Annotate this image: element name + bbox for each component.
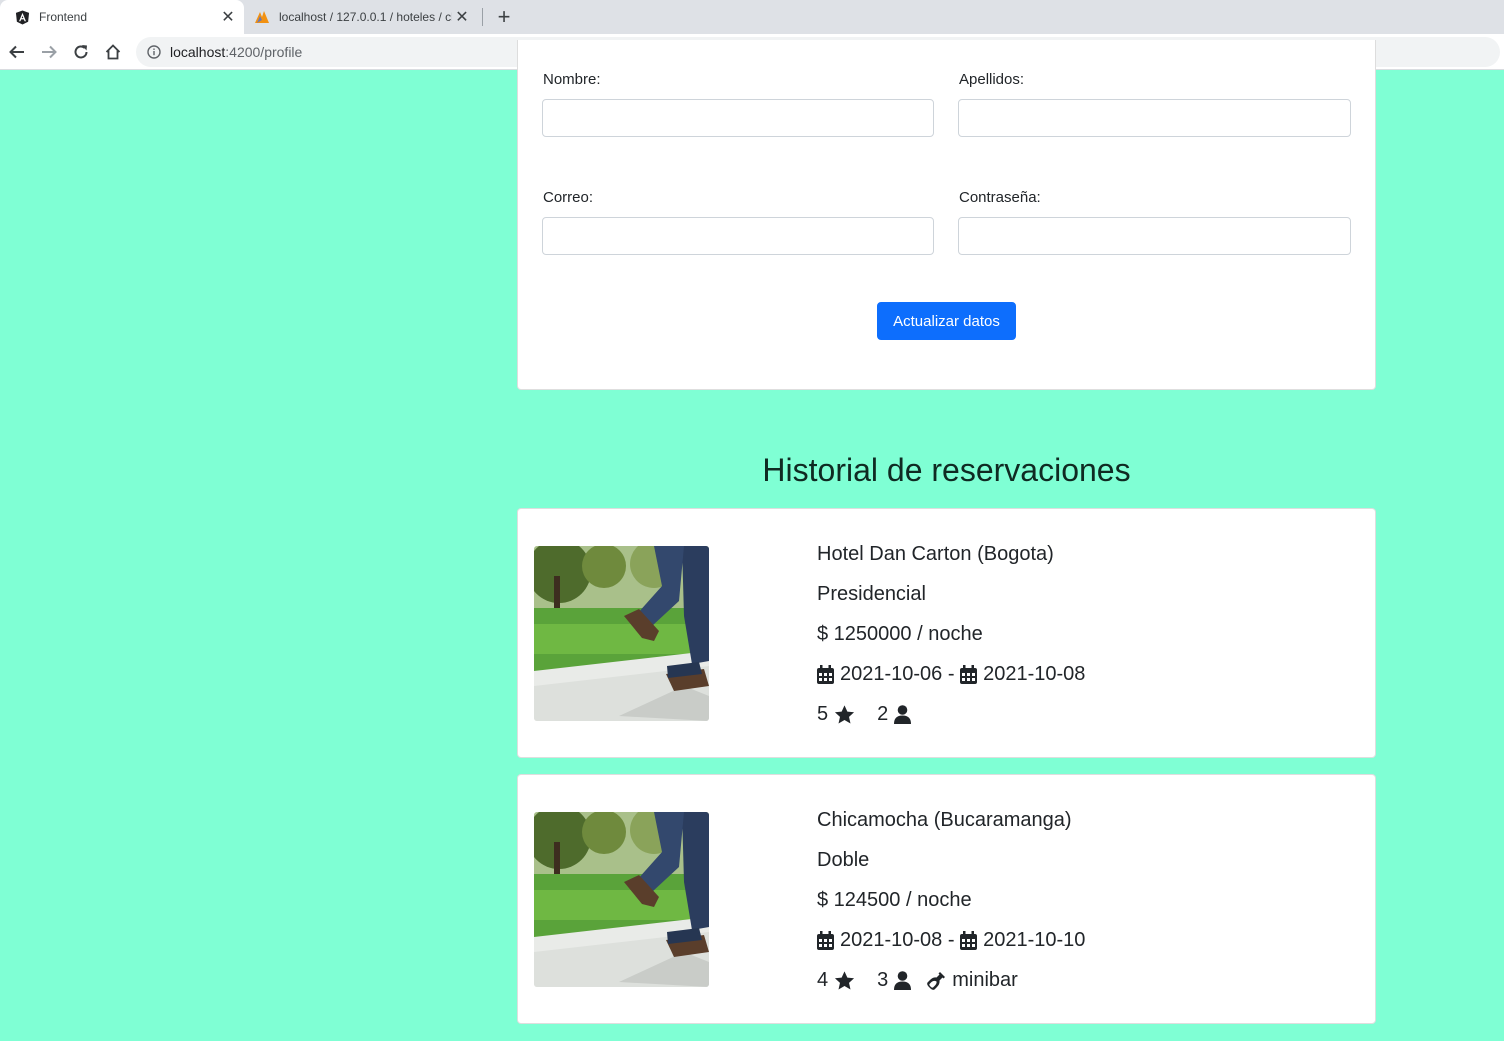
star-icon: [835, 704, 855, 724]
check-in-date: 2021-10-08: [840, 929, 943, 951]
url-text: localhost:4200/profile: [170, 44, 302, 60]
tab-separator: [482, 8, 483, 26]
close-tab-icon[interactable]: ✕: [218, 7, 238, 27]
calendar-icon: [817, 931, 834, 950]
hotel-name: Chicamocha (Bucaramanga): [817, 809, 1072, 831]
history-title: Historial de reservaciones: [762, 452, 1131, 488]
browser-tab-bar: Frontend ✕ localhost / 127.0.0.1 / hotel…: [0, 0, 1504, 34]
date-separator: -: [947, 929, 955, 951]
forward-arrow-icon[interactable]: [37, 40, 61, 64]
close-tab-icon[interactable]: ✕: [452, 7, 472, 27]
tab-frontend[interactable]: Frontend ✕: [0, 0, 244, 34]
url-path: :4200/profile: [225, 44, 303, 60]
rating-and-guests: 5 2: [817, 703, 912, 726]
star-count: 4: [817, 969, 829, 991]
correo-label: Correo:: [543, 189, 594, 206]
bottle-icon: [927, 972, 946, 990]
reload-icon[interactable]: [69, 40, 93, 64]
apellidos-input[interactable]: [958, 99, 1351, 137]
guest-count: 2: [877, 703, 889, 725]
apellidos-label: Apellidos:: [959, 71, 1025, 88]
stay-dates: 2021-10-06 - 2021-10-08: [817, 663, 1085, 686]
calendar-icon: [960, 665, 978, 684]
price-per-night: $ 124500 / noche: [817, 889, 972, 911]
info-icon[interactable]: [146, 44, 162, 60]
room-type: Doble: [817, 849, 870, 871]
back-arrow-icon[interactable]: [5, 40, 29, 64]
angular-icon: [14, 9, 30, 25]
hotel-name: Hotel Dan Carton (Bogota): [817, 543, 1054, 565]
star-count: 5: [817, 703, 829, 725]
price-per-night: $ 1250000 / noche: [817, 623, 983, 645]
calendar-icon: [960, 931, 978, 950]
contrasena-label: Contraseña:: [959, 189, 1041, 206]
check-out-date: 2021-10-08: [983, 663, 1086, 685]
nombre-input[interactable]: [542, 99, 934, 137]
guest-count: 3: [877, 969, 889, 991]
phpmyadmin-icon: [254, 9, 270, 25]
rating-guests-extras: 4 3 minibar: [817, 969, 1018, 992]
reservation-card: Hotel Dan Carton (Bogota) Presidencial $…: [517, 508, 1376, 758]
tab-phpmyadmin[interactable]: localhost / 127.0.0.1 / hoteles / cl ✕: [246, 0, 478, 34]
home-icon[interactable]: [101, 40, 125, 64]
profile-form-card: Nombre: Apellidos: Correo: Contraseña: A…: [517, 40, 1376, 390]
nombre-label: Nombre:: [543, 71, 601, 88]
reservation-card: Chicamocha (Bucaramanga) Doble $ 124500 …: [517, 774, 1376, 1024]
date-separator: -: [947, 663, 955, 685]
hotel-photo: [534, 812, 709, 987]
check-in-date: 2021-10-06: [840, 663, 943, 685]
stay-dates: 2021-10-08 - 2021-10-10: [817, 929, 1085, 952]
tab-title: Frontend: [39, 10, 88, 24]
user-icon: [894, 705, 912, 724]
calendar-icon: [817, 665, 834, 684]
check-out-date: 2021-10-10: [983, 929, 1086, 951]
new-tab-icon[interactable]: +: [493, 4, 515, 29]
url-host: localhost: [170, 44, 226, 60]
tab-title: localhost / 127.0.0.1 / hoteles / cl: [279, 10, 452, 24]
star-icon: [835, 970, 855, 990]
user-icon: [894, 971, 912, 990]
correo-input[interactable]: [542, 217, 934, 255]
room-type: Presidencial: [817, 583, 926, 605]
contrasena-input[interactable]: [958, 217, 1351, 255]
extra-amenity: minibar: [952, 969, 1018, 991]
hotel-photo: [534, 546, 709, 721]
update-profile-button[interactable]: Actualizar datos: [877, 302, 1016, 340]
